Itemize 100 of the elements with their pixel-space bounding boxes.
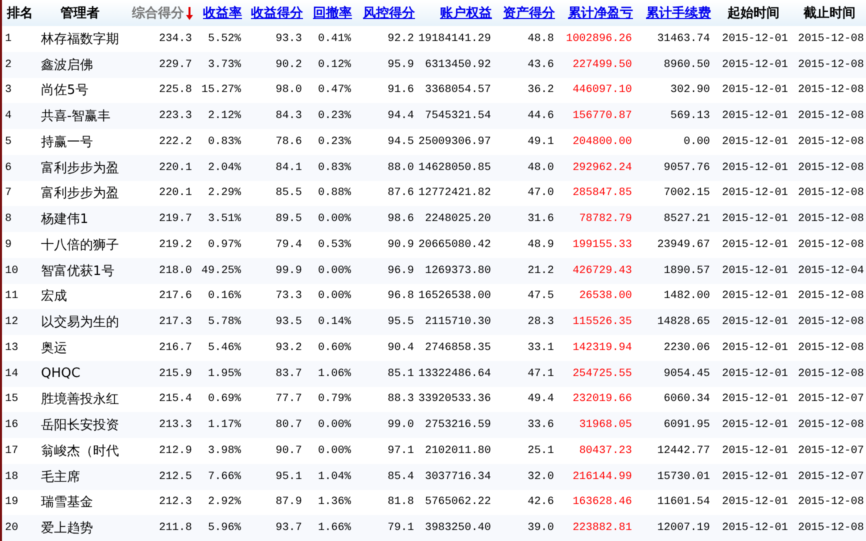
table-cell-text: 2015-12-01	[720, 32, 788, 45]
table-cell-text: 0.60%	[318, 342, 352, 354]
column-header-link[interactable]: 风控得分	[363, 4, 415, 22]
table-cell-text: 9	[4, 238, 12, 251]
table-cell-text: 0.00%	[318, 264, 352, 277]
table-cell-text: 7002.15	[664, 187, 711, 200]
table-cell-text: 90.4	[388, 342, 415, 354]
table-cell-text: 92.2	[388, 32, 415, 45]
table-cell-text: 15	[4, 393, 18, 406]
table-cell-text: 以交易为生的	[40, 314, 119, 332]
column-header: 管理者	[60, 5, 100, 22]
table-cell-text: 217.6	[158, 290, 193, 302]
column-header-link[interactable]: 收益得分	[251, 4, 303, 22]
table-cell-text: 80437.23	[579, 444, 633, 457]
table-cell-text: 2015-12-08	[796, 32, 864, 45]
table-cell-text: 2015-12-01	[720, 393, 788, 406]
table-cell-text: 14628050.85	[418, 162, 492, 174]
table-cell-text: 115526.35	[572, 316, 633, 328]
table-cell-text: 220.1	[158, 187, 193, 200]
column-header-link[interactable]: 累计手续费	[646, 4, 711, 22]
table-cell-text: 446097.10	[572, 84, 633, 96]
column-header-link[interactable]: 账户权益	[440, 4, 492, 22]
table-cell-text: 2015-12-08	[796, 187, 864, 200]
table-cell-text: 85.5	[276, 187, 303, 200]
table-cell-text: 47.5	[528, 290, 555, 302]
table-cell-text: 智富优获1号	[40, 262, 114, 280]
table-cell-text: 96.8	[388, 290, 415, 302]
table-cell-text: 十八倍的狮子	[40, 236, 119, 254]
table-cell-text: 翁峻杰（时代	[40, 442, 119, 460]
table-cell-text: 99.9	[276, 264, 303, 277]
table-cell-text: 142319.94	[572, 342, 633, 354]
table-cell-text: 2015-12-08	[796, 342, 864, 354]
table-cell-text: 杨建伟1	[40, 211, 88, 228]
table-cell-text: 19	[4, 496, 18, 508]
table-cell-text: 7.66%	[208, 470, 242, 483]
table-cell-text: 2015-12-08	[796, 290, 864, 302]
table-cell-text: 94.5	[388, 136, 415, 148]
table-cell-text: 78782.79	[579, 213, 633, 226]
table-cell-text: 林存福数字期	[40, 30, 119, 48]
table-cell-text: 0.00%	[318, 444, 352, 457]
table-cell-text: 95.9	[388, 58, 415, 71]
column-header-link[interactable]: 累计净盈亏	[568, 4, 633, 22]
table-cell-text: 93.5	[276, 316, 303, 328]
table-cell-text: 0.23%	[318, 110, 352, 122]
table-cell-text: 96.9	[388, 264, 415, 277]
table-cell-text: 13322486.64	[418, 368, 492, 380]
table-cell-text: 2015-12-08	[796, 316, 864, 328]
table-cell-text: 0.00%	[318, 290, 352, 302]
table-cell-text: 218.0	[158, 264, 193, 277]
table-cell-text: 富利步步为盈	[40, 160, 119, 177]
table-cell-text: 204800.00	[572, 136, 633, 148]
table-cell-text: 5.46%	[208, 342, 242, 354]
table-cell-text: 0.83%	[318, 162, 352, 174]
table-cell-text: 5	[4, 136, 12, 148]
table-cell-text: 0.69%	[208, 393, 242, 406]
table-cell-text: 90.9	[388, 238, 415, 251]
table-cell-text: 0.23%	[318, 136, 352, 148]
table-cell-text: 1482.00	[664, 290, 711, 302]
table-cell-text: 49.4	[528, 393, 555, 406]
table-cell-text: 2.29%	[208, 187, 242, 200]
table-cell-text: 91.6	[388, 84, 415, 96]
table-cell-text: 16	[4, 419, 18, 432]
table-cell-text: 0.00%	[318, 213, 352, 226]
table-cell-text: 97.1	[388, 444, 415, 457]
table-cell-text: 98.0	[276, 84, 303, 96]
table-cell-text: 12	[4, 316, 18, 328]
table-cell-text: 28.3	[528, 316, 555, 328]
table-cell-text: 尚佐5号	[40, 82, 88, 100]
table-cell-text: 持赢一号	[40, 134, 93, 151]
table-cell-text: 8527.21	[664, 213, 711, 226]
table-cell-text: 73.3	[276, 290, 303, 302]
table-cell-text: 5.96%	[208, 522, 242, 534]
column-header-link[interactable]: 回撤率	[313, 4, 352, 22]
table-cell-text: 19184141.29	[418, 32, 492, 45]
table-cell-text: 89.5	[276, 213, 303, 226]
table-cell-text: 0.41%	[318, 32, 352, 45]
table-cell-text: 88.0	[388, 162, 415, 174]
table-cell-text: 254725.55	[572, 368, 633, 380]
table-cell-text: 2015-12-01	[720, 342, 788, 354]
table-cell-text: 5.52%	[208, 32, 242, 45]
table-cell-text: 216.7	[158, 342, 193, 354]
table-cell-text: 2015-12-08	[796, 162, 864, 174]
column-header-link[interactable]: 收益率	[203, 4, 242, 22]
table-cell-text: 3	[4, 84, 12, 96]
sort-down-arrow-icon[interactable]	[186, 6, 193, 20]
table-cell-text: 2015-12-01	[720, 162, 788, 174]
table-cell-text: 12772421.82	[418, 187, 492, 200]
table-cell-text: 爱上趋势	[40, 520, 93, 538]
table-cell-text: 21.2	[528, 264, 555, 277]
table-cell-text: 鑫波启佛	[40, 56, 93, 74]
table-cell-text: 6	[4, 162, 12, 174]
table-cell-text: 2015-12-08	[796, 522, 864, 534]
table-cell-text: 229.7	[158, 58, 193, 71]
table-cell-text: 1.06%	[318, 368, 352, 380]
table-cell-text: 426729.43	[572, 264, 633, 277]
table-cell-text: 163628.46	[572, 496, 633, 508]
table-cell-text: 1002896.26	[566, 32, 633, 45]
table-cell-text: 2015-12-01	[720, 419, 788, 432]
column-header-link[interactable]: 资产得分	[503, 4, 555, 22]
table-cell-text: 2015-12-01	[720, 496, 788, 508]
